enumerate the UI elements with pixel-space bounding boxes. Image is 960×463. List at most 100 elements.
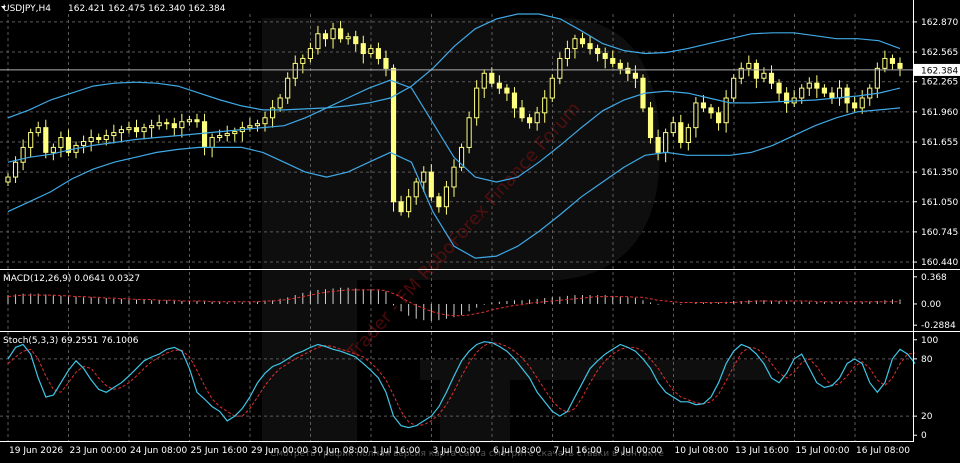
candle-body — [103, 135, 109, 141]
candle-body — [118, 129, 124, 134]
chart-area: Trader - FM RoboForex Finance Forum Смот… — [0, 0, 960, 459]
candle-body — [171, 123, 177, 129]
candle-body — [836, 87, 843, 99]
candle-body — [527, 117, 533, 124]
candle-body — [595, 48, 601, 55]
x-tick-label: 24 Jun 08:00 — [130, 446, 187, 456]
candle-body — [731, 77, 737, 99]
candle-body — [262, 117, 268, 125]
candle-body — [254, 123, 261, 127]
candle-body — [655, 137, 661, 153]
candle-body — [443, 186, 450, 208]
candle-body — [201, 121, 208, 148]
candle-body — [406, 196, 412, 213]
chart-svg: Trader - FM RoboForex Finance Forum Смот… — [0, 0, 960, 459]
y-tick-label: 161.050 — [921, 198, 958, 208]
candle-body — [285, 77, 291, 99]
x-tick-label: 25 Jun 16:00 — [191, 446, 248, 456]
candle-body — [647, 107, 654, 139]
candle-body — [330, 28, 336, 40]
stoch-y-tick-label: 0 — [921, 431, 927, 441]
candle-body — [625, 67, 631, 74]
x-tick-label: 3 Jul 00:00 — [433, 446, 482, 456]
price-chart-title: USDJPY,H4 — [3, 4, 51, 14]
x-tick-label: 10 Jul 08:00 — [675, 446, 729, 456]
candle-body — [761, 72, 767, 79]
stoch-y-tick-label: 100 — [921, 336, 938, 346]
candle-body — [217, 135, 223, 139]
candle-body — [5, 176, 11, 183]
candle-body — [43, 127, 49, 153]
candle-body — [111, 132, 117, 137]
candle-body — [852, 102, 858, 109]
current-price-label: 162.384 — [921, 66, 958, 76]
candle-body — [232, 131, 238, 135]
candle-body — [587, 43, 593, 50]
candle-body — [844, 87, 850, 104]
candle-body — [133, 127, 140, 133]
y-tick-label: 161.350 — [921, 168, 958, 178]
y-tick-label: 161.655 — [921, 138, 958, 148]
candle-body — [859, 97, 865, 109]
x-tick-label: 13 Jul 16:00 — [735, 446, 789, 456]
stoch-y-tick-label: 20 — [921, 412, 933, 422]
candle-body — [209, 137, 215, 148]
x-tick-label: 9 Jul 00:00 — [614, 446, 663, 456]
candle-body — [708, 107, 714, 114]
candle-body — [224, 133, 230, 137]
candle-body — [315, 33, 321, 50]
candle-body — [889, 57, 896, 64]
candle-body — [897, 62, 903, 69]
candle-body — [368, 48, 374, 55]
candle-body — [610, 57, 616, 64]
candle-body — [632, 72, 639, 79]
candle-body — [398, 201, 404, 213]
candle-body — [670, 122, 676, 134]
candle-body — [58, 137, 64, 148]
candle-body — [292, 62, 298, 79]
candle-body — [20, 146, 26, 163]
candle-body — [436, 196, 442, 208]
candle-body — [481, 72, 487, 89]
candle-body — [678, 122, 684, 143]
y-tick-label: 162.565 — [921, 48, 958, 58]
candle-body — [179, 121, 185, 129]
candle-body — [821, 87, 827, 94]
candle-body — [572, 38, 578, 50]
candle-body — [28, 132, 34, 148]
candle-body — [307, 48, 313, 59]
candle-body — [375, 48, 381, 59]
x-tick-label: 30 Jun 08:00 — [312, 446, 369, 456]
macd-y-tick-label: 0.368 — [921, 273, 947, 283]
candle-body — [149, 125, 155, 129]
candle-body — [413, 181, 419, 198]
candle-body — [617, 62, 623, 69]
candle-body — [882, 57, 888, 69]
candle-body — [300, 57, 306, 64]
candle-body — [466, 117, 472, 148]
candle-body — [50, 146, 56, 153]
candle-body — [874, 67, 880, 89]
candle-body — [489, 72, 495, 84]
candle-body — [776, 82, 782, 94]
candle-body — [753, 62, 759, 79]
candle-body — [693, 102, 699, 129]
candle-body — [519, 107, 525, 119]
candle-body — [663, 132, 669, 153]
candle-body — [164, 122, 170, 125]
candle-body — [277, 97, 283, 109]
candle-body — [35, 127, 41, 134]
x-tick-label: 6 Jul 08:00 — [493, 446, 542, 456]
macd-title: MACD(12,26,9) 0.0641 0.0327 — [3, 274, 140, 284]
x-tick-label: 19 Jun 2026 — [9, 446, 63, 456]
y-tick-label: 160.440 — [921, 258, 958, 268]
candle-body — [141, 127, 147, 133]
candle-body — [12, 161, 19, 178]
candle-body — [799, 87, 805, 99]
candle-body — [829, 92, 835, 99]
candle-body — [247, 125, 253, 129]
candle-body — [602, 53, 608, 59]
candle-body — [338, 28, 344, 40]
candle-body — [360, 43, 366, 55]
stoch-y-tick-label: 80 — [921, 355, 933, 365]
